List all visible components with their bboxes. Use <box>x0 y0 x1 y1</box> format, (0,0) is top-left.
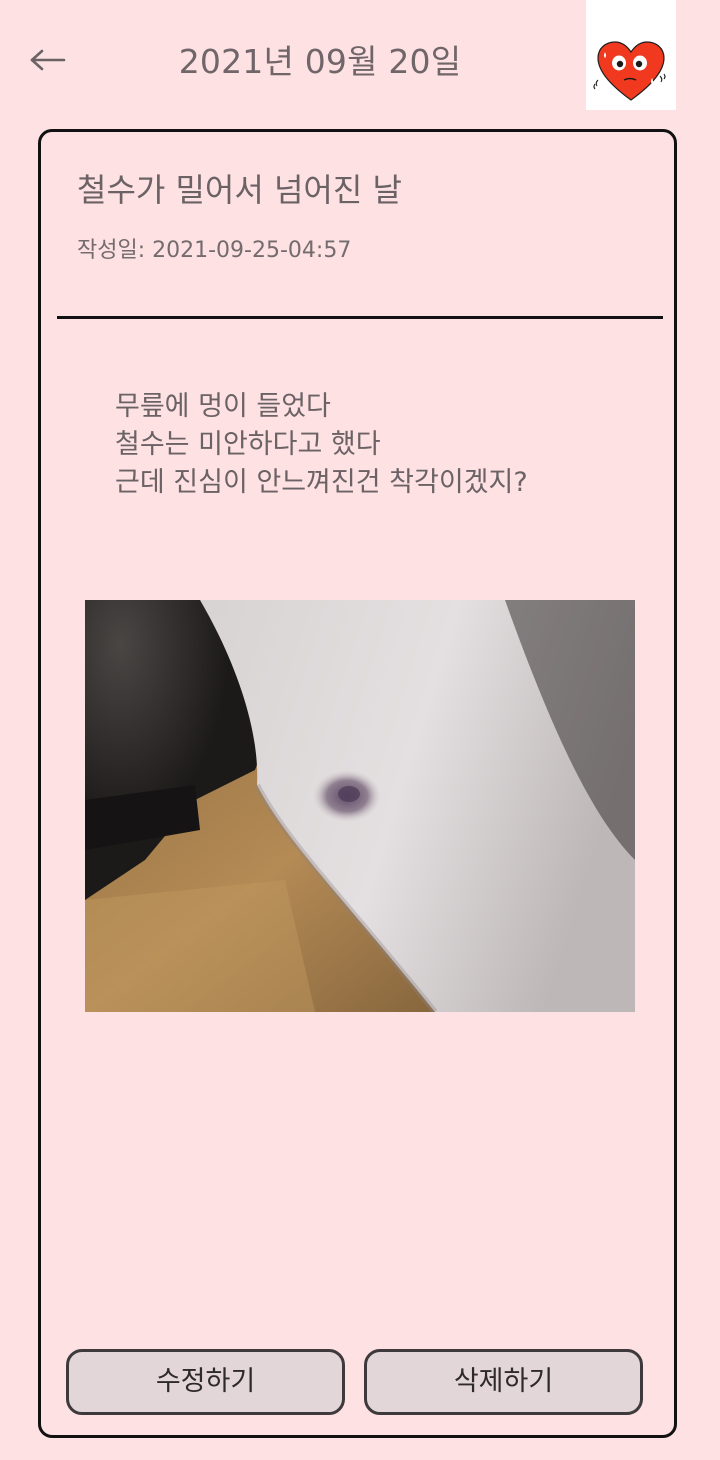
sad-heart-icon <box>593 41 666 101</box>
entry-created-date: 작성일: 2021-09-25-04:57 <box>77 238 352 263</box>
edit-button[interactable]: 수정하기 <box>66 1349 345 1415</box>
entry-body-line: 철수는 미안하다고 했다 <box>115 429 381 460</box>
entry-photo <box>85 600 635 1012</box>
divider <box>57 316 663 319</box>
back-button[interactable] <box>26 40 70 80</box>
knee-bruise-photo <box>85 600 635 1012</box>
delete-button[interactable]: 삭제하기 <box>364 1349 643 1415</box>
entry-body-line: 근데 진심이 안느껴진건 착각이겠지? <box>115 467 528 498</box>
page-title-date: 2021년 09월 20일 <box>178 42 462 81</box>
entry-body-line: 무릎에 멍이 들었다 <box>115 391 331 422</box>
arrow-left-icon <box>30 49 66 71</box>
entry-title: 철수가 밀어서 넘어진 날 <box>77 171 402 209</box>
diary-entry-card: 철수가 밀어서 넘어진 날 작성일: 2021-09-25-04:57 무릎에 … <box>38 129 677 1438</box>
mood-badge[interactable] <box>586 0 676 110</box>
entry-body: 무릎에 멍이 들었다 철수는 미안하다고 했다 근데 진심이 안느껴진건 착각이… <box>115 388 635 502</box>
